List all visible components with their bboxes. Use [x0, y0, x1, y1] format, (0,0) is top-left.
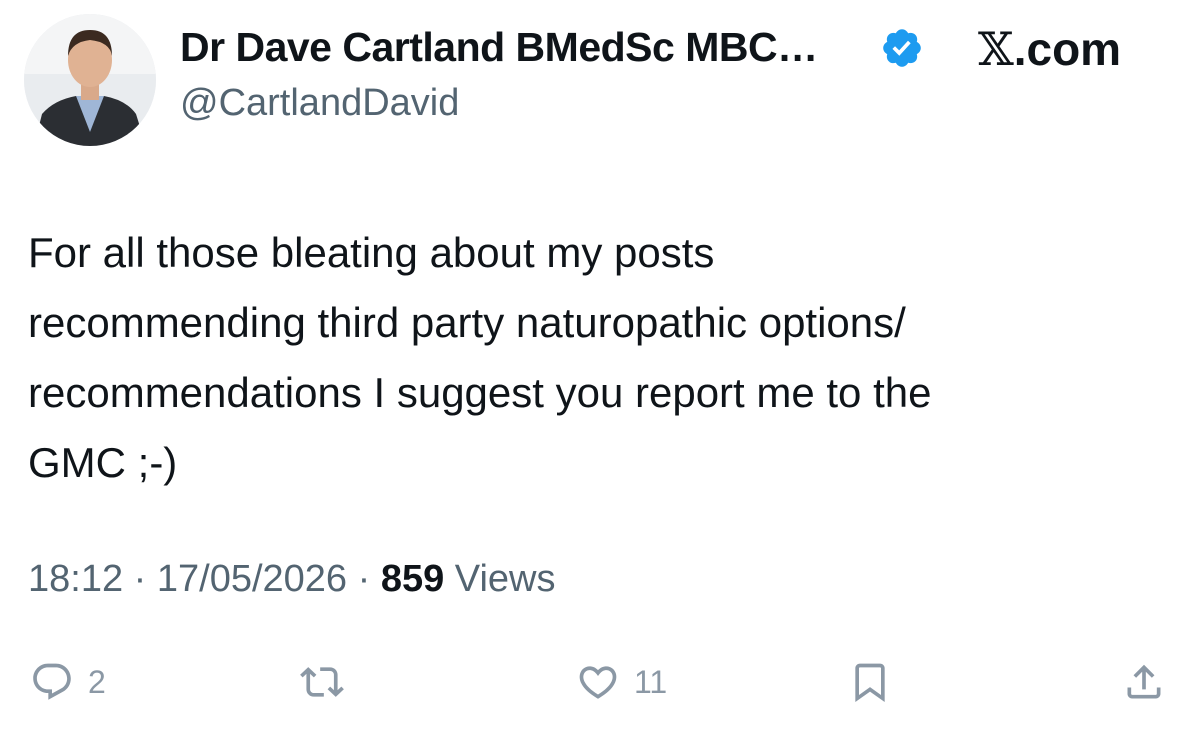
source-label: 𝕏.com: [978, 22, 1121, 76]
meta-separator: ·: [123, 558, 157, 600]
share-button[interactable]: [1122, 652, 1180, 712]
bookmark-icon: [855, 663, 885, 703]
repost-button[interactable]: [300, 652, 358, 712]
reply-button[interactable]: 2: [30, 652, 106, 712]
reply-icon: [33, 663, 71, 700]
action-bar: 2 11: [0, 652, 1200, 712]
source-domain: .com: [1013, 23, 1122, 75]
reply-count: 2: [88, 663, 106, 700]
repost-icon: [300, 667, 344, 697]
tweet-date[interactable]: 17/05/2026: [157, 558, 347, 600]
bookmark-button[interactable]: [848, 652, 906, 712]
author-display-name[interactable]: Dr Dave Cartland BMedSc MBC…: [180, 24, 818, 71]
like-button[interactable]: 11: [576, 652, 667, 712]
views-label: Views: [444, 558, 556, 600]
tweet-time[interactable]: 18:12: [28, 558, 123, 600]
share-icon: [1127, 664, 1161, 699]
profile-photo: [24, 14, 156, 146]
author-handle[interactable]: @CartlandDavid: [180, 82, 459, 125]
like-count: 11: [634, 663, 668, 700]
heart-icon: [579, 666, 617, 699]
verified-badge-icon: [883, 29, 921, 67]
tweet-text: For all those bleating about my posts re…: [28, 229, 932, 486]
views-count: 859: [380, 558, 445, 600]
meta-separator: ·: [347, 558, 381, 600]
x-logo-icon: 𝕏: [978, 22, 1014, 76]
tweet-meta: 18:12 · 17/05/2026 · 859 Views: [28, 558, 556, 601]
avatar[interactable]: [24, 14, 156, 146]
